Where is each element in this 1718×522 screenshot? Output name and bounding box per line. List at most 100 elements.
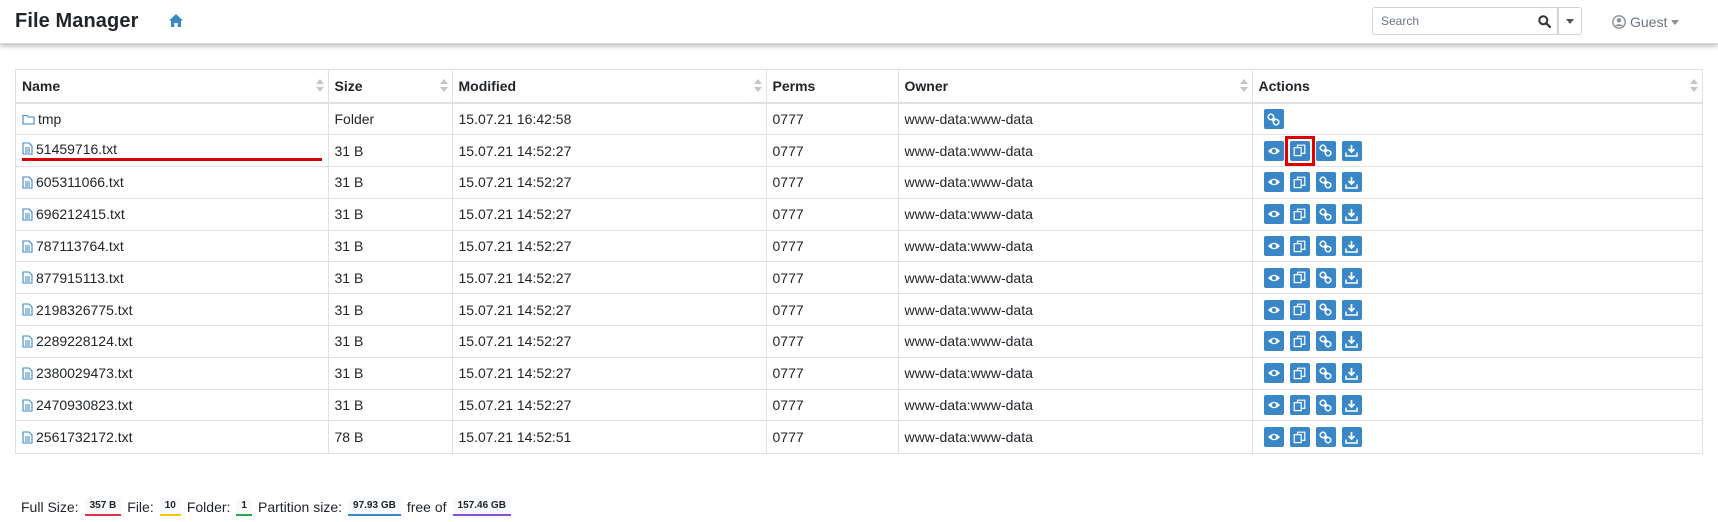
link-icon [1267,113,1280,126]
column-header-size[interactable]: Size [328,70,453,104]
copy-icon [1293,144,1306,157]
column-header-name[interactable]: Name [16,70,329,104]
eye-icon [1267,305,1281,315]
search-group [1372,7,1595,35]
copy-button[interactable] [1289,395,1310,416]
search-input[interactable] [1372,7,1532,35]
download-button[interactable] [1341,140,1362,161]
copy-button[interactable] [1289,204,1310,225]
cell-name: 2561732172.txt [16,420,329,453]
file-name-link[interactable]: 51459716.txt [36,141,117,157]
cell-size: 31 B [328,293,453,326]
copy-button[interactable] [1289,140,1310,161]
view-button[interactable] [1263,236,1284,257]
view-button[interactable] [1263,204,1284,225]
folder-icon [22,114,35,125]
download-button[interactable] [1341,172,1362,193]
copy-button[interactable] [1289,172,1310,193]
view-button[interactable] [1263,331,1284,352]
file-name-link[interactable]: 2380029473.txt [36,365,133,381]
file-name-link[interactable]: 2470930823.txt [36,397,133,413]
direct-link-button[interactable] [1315,363,1336,384]
cell-perms: 0777 [766,325,899,358]
copy-button[interactable] [1289,267,1310,288]
view-button[interactable] [1263,140,1284,161]
cell-actions [1252,325,1702,358]
file-name-link[interactable]: 2561732172.txt [36,429,133,445]
direct-link-button[interactable] [1315,140,1336,161]
cell-modified: 15.07.21 14:52:27 [452,388,767,421]
download-button[interactable] [1341,363,1362,384]
file-icon [22,176,33,189]
download-button[interactable] [1341,267,1362,288]
download-button[interactable] [1341,331,1362,352]
download-button[interactable] [1341,299,1362,320]
file-name-link[interactable]: 605311066.txt [36,174,124,190]
view-button[interactable] [1263,267,1284,288]
table-row: 2380029473.txt 31 B 15.07.21 14:52:27 0777 w… [16,356,1702,390]
search-button[interactable] [1532,7,1558,35]
direct-link-button[interactable] [1315,427,1336,448]
user-menu[interactable]: Guest [1612,12,1680,32]
download-button[interactable] [1341,236,1362,257]
direct-link-button[interactable] [1315,299,1336,320]
view-button[interactable] [1263,395,1284,416]
file-name-link[interactable]: tmp [38,111,61,127]
home-icon[interactable] [168,13,186,31]
file-name-link[interactable]: 787113764.txt [36,238,124,254]
cell-actions [1252,293,1702,326]
download-button[interactable] [1341,395,1362,416]
copy-button[interactable] [1289,236,1310,257]
direct-link-button[interactable] [1315,395,1336,416]
table-row: 2561732172.txt 78 B 15.07.21 14:52:51 0777 w… [16,420,1702,453]
partition-total-badge: 157.46 GB [452,498,511,516]
cell-owner: www-data:www-data [898,356,1253,390]
direct-link-button[interactable] [1315,331,1336,352]
file-name-link[interactable]: 696212415.txt [36,206,125,222]
table-row: 2470930823.txt 31 B 15.07.21 14:52:27 0777 w… [16,388,1702,421]
copy-button[interactable] [1289,331,1310,352]
view-button[interactable] [1263,363,1284,384]
cell-owner: www-data:www-data [898,420,1253,453]
file-name-link[interactable]: 877915113.txt [36,270,124,286]
copy-icon [1293,367,1306,380]
copy-button[interactable] [1289,427,1310,448]
file-icon [22,303,33,316]
direct-link-button[interactable] [1315,172,1336,193]
file-name-link[interactable]: 2198326775.txt [36,302,133,318]
column-header-modified[interactable]: Modified [452,70,767,104]
download-button[interactable] [1341,204,1362,225]
cell-size: 31 B [328,356,453,390]
eye-icon [1267,177,1281,187]
view-button[interactable] [1263,299,1284,320]
search-options-dropdown[interactable] [1558,7,1582,35]
direct-link-button[interactable] [1315,204,1336,225]
cell-size: 31 B [328,197,453,231]
eye-icon [1267,432,1281,442]
direct-link-button[interactable] [1263,109,1284,130]
link-icon [1319,176,1332,189]
cell-actions [1252,388,1702,421]
user-name: Guest [1630,14,1668,30]
sort-icon [315,79,324,93]
table-row: 2289228124.txt 31 B 15.07.21 14:52:27 0777 w… [16,325,1702,358]
copy-button[interactable] [1289,299,1310,320]
download-icon [1345,335,1358,348]
direct-link-button[interactable] [1315,267,1336,288]
column-header-owner[interactable]: Owner [898,70,1253,104]
view-button[interactable] [1263,427,1284,448]
app-title: File Manager [15,10,139,32]
view-button[interactable] [1263,172,1284,193]
copy-button[interactable] [1289,363,1310,384]
column-header-actions[interactable]: Actions [1252,70,1702,104]
file-name-link[interactable]: 2289228124.txt [36,333,133,349]
file-label: File: [127,499,154,515]
download-button[interactable] [1341,427,1362,448]
direct-link-button[interactable] [1315,236,1336,257]
cell-perms: 0777 [766,261,899,294]
cell-name: 696212415.txt [16,197,329,231]
cell-size: 31 B [328,261,453,294]
file-icon [22,208,33,221]
cell-perms: 0777 [766,229,899,262]
cell-modified: 15.07.21 16:42:58 [452,103,767,135]
